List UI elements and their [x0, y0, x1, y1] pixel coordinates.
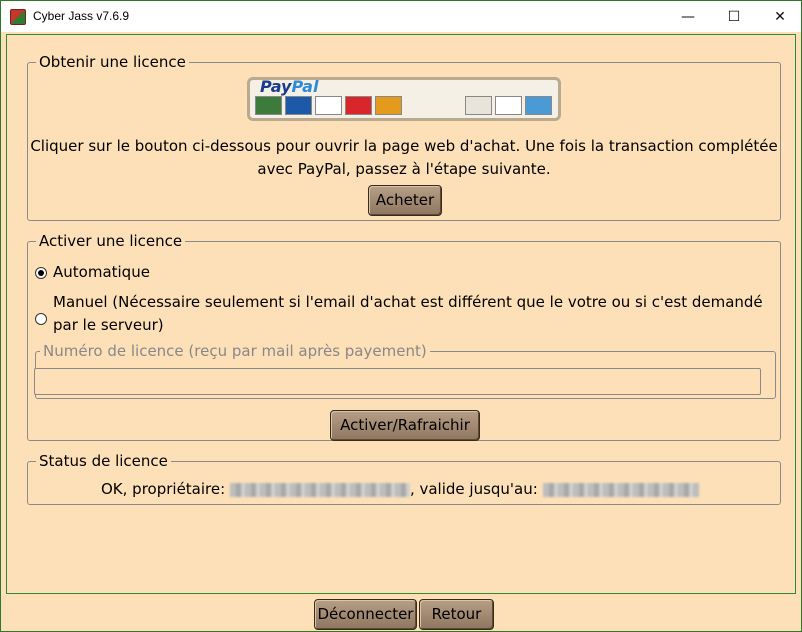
manual-label-line1[interactable]: Manuel (Nécessaire seulement si l'email …	[53, 291, 763, 314]
manual-radio[interactable]	[35, 313, 47, 325]
discover-card-icon	[465, 96, 492, 115]
maximize-button[interactable]: ☐	[711, 1, 757, 32]
paypal-badge: PayPal	[247, 77, 561, 121]
license-status-legend: Status de licence	[36, 452, 171, 470]
license-number-group: Numéro de licence (reçu par mail après p…	[34, 342, 776, 399]
activate-license-legend: Activer une licence	[36, 232, 186, 250]
expiry-date-redacted	[542, 482, 699, 497]
4-etoiles-card-icon	[435, 96, 462, 115]
paypal-logo: PayPal	[260, 77, 319, 96]
purchase-instructions-line2: avec PayPal, passez à l'étape suivante.	[257, 160, 551, 178]
license-status-group: Status de licence OK, propriétaire: , va…	[27, 452, 781, 505]
obtain-license-group: Obtenir une licence PayPal Cliquer sur l…	[27, 53, 781, 221]
automatic-radio[interactable]	[35, 267, 47, 279]
cb-card-icon	[255, 96, 282, 115]
app-icon	[10, 9, 26, 25]
disconnect-button[interactable]: Déconnecter	[314, 599, 417, 630]
cofinoga-card-icon	[405, 96, 432, 115]
main-panel: Obtenir une licence PayPal Cliquer sur l…	[6, 34, 796, 594]
automatic-label[interactable]: Automatique	[53, 261, 150, 284]
activate-license-group: Activer une licence Automatique Manuel (…	[27, 232, 781, 441]
status-prefix: OK, propriétaire:	[101, 480, 226, 498]
close-button[interactable]: ✕	[757, 1, 802, 32]
aurore-card-icon	[375, 96, 402, 115]
buy-button[interactable]: Acheter	[368, 185, 442, 216]
activate-refresh-button[interactable]: Activer/Rafraichir	[330, 410, 480, 441]
back-button[interactable]: Retour	[419, 599, 494, 630]
app-window: Cyber Jass v7.6.9 — ☐ ✕ Obtenir une lice…	[0, 0, 802, 632]
compte-bancaire-icon	[495, 96, 522, 115]
window-title: Cyber Jass v7.6.9	[33, 9, 130, 23]
payment-cards	[255, 96, 552, 115]
owner-email-redacted	[229, 482, 410, 497]
purchase-instructions-line1: Cliquer sur le bouton ci-dessous pour ou…	[30, 137, 778, 155]
license-status-line: OK, propriétaire: , valide jusqu'au:	[101, 479, 699, 499]
amex-card-icon	[525, 96, 552, 115]
maestro-card-icon	[285, 96, 312, 115]
mastercard-icon	[345, 96, 372, 115]
minimize-button[interactable]: —	[665, 1, 711, 32]
status-valid-until: , valide jusqu'au:	[409, 480, 538, 498]
obtain-license-legend: Obtenir une licence	[36, 53, 189, 71]
title-bar[interactable]: Cyber Jass v7.6.9 — ☐ ✕	[1, 1, 801, 32]
license-number-input[interactable]	[34, 368, 761, 395]
visa-card-icon	[315, 96, 342, 115]
license-number-legend: Numéro de licence (reçu par mail après p…	[40, 342, 430, 360]
manual-label-line2[interactable]: par le serveur)	[53, 314, 164, 337]
